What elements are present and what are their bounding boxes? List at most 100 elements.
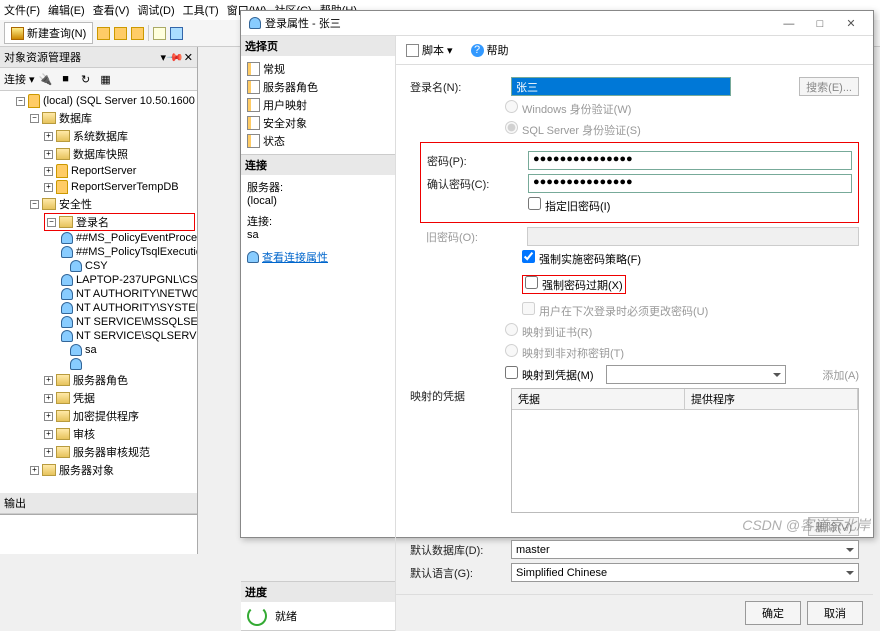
db-icon-2[interactable] [114, 27, 127, 40]
expander-icon[interactable]: + [44, 183, 53, 192]
expander-icon[interactable]: + [44, 150, 53, 159]
confirm-password-input[interactable]: ●●●●●●●●●●●●●●● [528, 174, 852, 193]
tree-sysdbs[interactable]: +系统数据库 [44, 127, 195, 145]
expander-icon[interactable]: − [30, 200, 39, 209]
menu-tools[interactable]: 工具(T) [183, 2, 219, 18]
tree-login-item[interactable]: ##MS_PolicyEventProcessing [58, 231, 195, 245]
cancel-button[interactable]: 取消 [807, 601, 863, 625]
db-icon-3[interactable] [131, 27, 144, 40]
page-item[interactable]: 服务器角色 [247, 78, 389, 96]
expander-icon[interactable]: + [30, 466, 39, 475]
refresh-icon[interactable]: ↻ [77, 70, 95, 88]
folder-icon [42, 198, 56, 210]
tree-login-item[interactable]: NT AUTHORITY\SYSTEM [58, 301, 195, 315]
minimize-button[interactable]: — [775, 18, 803, 30]
expander-icon[interactable]: + [44, 412, 53, 421]
enforce-expire-checkbox[interactable]: 强制密码过期(X) [525, 276, 623, 293]
tree-login-item[interactable]: sa [58, 343, 195, 357]
add-cred-link[interactable]: 添加(A) [822, 367, 859, 383]
page-icon [247, 134, 260, 148]
map-cred-chk[interactable] [505, 366, 518, 379]
search-button[interactable]: 搜索(E)... [799, 77, 859, 96]
tree-svrroles[interactable]: +服务器角色 [44, 371, 195, 389]
tree-login-item[interactable]: LAPTOP-237UPGNL\CSY [58, 273, 195, 287]
menu-view[interactable]: 查看(V) [93, 2, 130, 18]
save-icon[interactable] [170, 27, 183, 40]
menu-debug[interactable]: 调试(D) [137, 2, 174, 18]
expander-icon[interactable]: + [44, 132, 53, 141]
must-change-label: 用户在下次登录时必须更改密码(U) [539, 306, 708, 318]
view-conn-props-link[interactable]: 查看连接属性 [262, 249, 328, 265]
enforce-policy-checkbox[interactable]: 强制实施密码策略(F) [522, 250, 641, 267]
tree-logins[interactable]: −登录名 [44, 213, 195, 231]
script-icon [406, 44, 419, 57]
tree-cryptprov[interactable]: +加密提供程序 [44, 407, 195, 425]
mapped-creds-grid[interactable]: 凭据 提供程序 [511, 388, 859, 513]
old-password-chk[interactable] [528, 197, 541, 210]
menu-edit[interactable]: 编辑(E) [48, 2, 85, 18]
disconnect-icon[interactable]: 🔌 [37, 70, 55, 88]
menu-file[interactable]: 文件(F) [4, 2, 40, 18]
expander-icon[interactable]: − [47, 218, 56, 227]
expander-icon[interactable]: + [44, 394, 53, 403]
new-query-button[interactable]: 新建查询(N) [4, 22, 93, 44]
tree-databases[interactable]: −数据库 [30, 109, 195, 127]
dialog-toolbar: 脚本 ▾ ?帮助 [396, 36, 873, 65]
dialog-titlebar[interactable]: 登录属性 - 张三 — □ ✕ [241, 11, 873, 36]
windows-auth-radio: Windows 身份验证(W) [505, 100, 631, 117]
tree-login-item[interactable]: NT SERVICE\MSSQLSERVER [58, 315, 195, 329]
maximize-button[interactable]: □ [806, 18, 834, 30]
db-icon[interactable] [97, 27, 110, 40]
col-prov-header[interactable]: 提供程序 [685, 389, 858, 410]
map-asym-label: 映射到非对称密钥(T) [522, 348, 624, 360]
enforce-expire-chk[interactable] [525, 276, 538, 289]
expander-icon[interactable]: − [30, 114, 39, 123]
ok-button[interactable]: 确定 [745, 601, 801, 625]
col-cred-header[interactable]: 凭据 [512, 389, 685, 410]
close-button[interactable]: ✕ [837, 17, 865, 30]
old-password-checkbox[interactable]: 指定旧密码(I) [528, 197, 610, 214]
expander-icon[interactable]: + [44, 376, 53, 385]
object-tree[interactable]: −(local) (SQL Server 10.50.1600 - sa) −数… [0, 91, 197, 493]
map-cred-checkbox[interactable]: 映射到凭据(M) [505, 366, 594, 383]
expander-icon[interactable]: − [16, 97, 25, 106]
tree-login-item[interactable]: ##MS_PolicyTsqlExecutionLo [58, 245, 195, 259]
tree-svauditspec[interactable]: +服务器审核规范 [44, 443, 195, 461]
tree-creds[interactable]: +凭据 [44, 389, 195, 407]
expander-icon[interactable]: + [44, 167, 53, 176]
help-button[interactable]: ?帮助 [467, 40, 513, 60]
filter-icon[interactable]: ▦ [97, 70, 115, 88]
map-cred-select[interactable] [606, 365, 786, 384]
tree-root[interactable]: −(local) (SQL Server 10.50.1600 - sa) [16, 93, 195, 109]
close-icon[interactable]: ✕ [184, 51, 193, 64]
tree-audit[interactable]: +审核 [44, 425, 195, 443]
expander-icon[interactable]: + [44, 448, 53, 457]
page-list: 常规服务器角色用户映射安全对象状态 [247, 60, 389, 150]
tree-login-item[interactable]: NT SERVICE\SQLSERVERAGE [58, 329, 195, 343]
connect-button[interactable]: 连接 ▾ [4, 71, 35, 87]
map-asym-input [505, 344, 518, 357]
tree-reportserver[interactable]: +ReportServer [44, 163, 195, 179]
tree-login-item[interactable]: CSY [58, 259, 195, 273]
pin2-icon[interactable]: 📌 [165, 48, 184, 67]
open-icon[interactable] [153, 27, 166, 40]
tree-login-item[interactable] [58, 357, 195, 371]
enforce-policy-chk[interactable] [522, 250, 535, 263]
tree-label: CSY [85, 260, 108, 272]
tree-dbsnap[interactable]: +数据库快照 [44, 145, 195, 163]
tree-security[interactable]: −安全性 [30, 195, 195, 213]
stop-icon[interactable]: ■ [57, 70, 75, 88]
page-item[interactable]: 安全对象 [247, 114, 389, 132]
page-item[interactable]: 用户映射 [247, 96, 389, 114]
expander-icon[interactable]: + [44, 430, 53, 439]
page-item[interactable]: 状态 [247, 132, 389, 150]
login-name-label: 登录名(N): [410, 79, 505, 95]
password-input[interactable]: ●●●●●●●●●●●●●●● [528, 151, 852, 170]
tree-svobjects[interactable]: +服务器对象 [30, 461, 195, 479]
tree-reportservertemp[interactable]: +ReportServerTempDB [44, 179, 195, 195]
tree-login-item[interactable]: NT AUTHORITY\NETWORK S [58, 287, 195, 301]
page-item[interactable]: 常规 [247, 60, 389, 78]
login-name-input[interactable]: 张三 [511, 77, 731, 96]
default-lang-select[interactable]: Simplified Chinese [511, 563, 859, 582]
script-button[interactable]: 脚本 ▾ [402, 40, 457, 60]
